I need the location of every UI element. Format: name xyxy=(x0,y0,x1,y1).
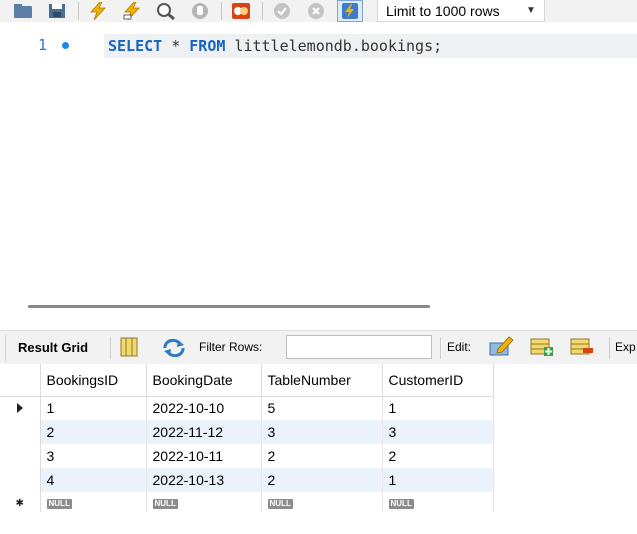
result-toolbar: Result Grid Filter Rows: Edit: Exp xyxy=(0,330,637,364)
editor-line: 1 SELECT * FROM littlelemondb.bookings; xyxy=(0,34,637,58)
sql-editor[interactable]: 1 SELECT * FROM littlelemondb.bookings; xyxy=(0,22,637,300)
table-cell[interactable]: NULL xyxy=(146,492,262,512)
row-header[interactable] xyxy=(0,420,41,444)
table-cell[interactable]: NULL xyxy=(382,492,494,512)
form-view-icon[interactable] xyxy=(120,337,138,360)
column-header[interactable]: CustomerID xyxy=(382,364,494,397)
edit-row-icon[interactable] xyxy=(489,335,515,360)
table-row[interactable]: 2 2022-11-12 3 3 xyxy=(0,420,494,444)
filter-rows-label: Filter Rows: xyxy=(199,340,263,354)
table-cell[interactable]: NULL xyxy=(261,492,383,512)
table-cell[interactable]: 3 xyxy=(382,420,494,444)
commit-icon[interactable] xyxy=(269,0,295,22)
filter-rows-input[interactable] xyxy=(286,335,432,359)
table-cell[interactable]: 2 xyxy=(40,420,147,444)
table-cell[interactable]: 1 xyxy=(382,396,494,420)
toolbar-separator xyxy=(5,335,6,361)
row-header[interactable]: ✱ xyxy=(0,492,41,512)
keyword-from: FROM xyxy=(189,37,226,55)
export-label[interactable]: Exp xyxy=(615,340,636,354)
table-cell[interactable]: 1 xyxy=(382,468,494,492)
table-cell[interactable]: 4 xyxy=(40,468,147,492)
table-cell[interactable]: 3 xyxy=(40,444,147,468)
table-reference: littlelemondb.bookings; xyxy=(225,37,443,55)
table-cell[interactable]: 2022-10-13 xyxy=(146,468,262,492)
toolbar-separator xyxy=(78,2,79,20)
row-header-corner xyxy=(0,364,41,397)
active-statement-dot-icon xyxy=(62,42,69,49)
column-header[interactable]: TableNumber xyxy=(261,364,383,397)
new-row[interactable]: ✱ NULL NULL NULL NULL xyxy=(0,492,494,512)
toggle-error-icon[interactable] xyxy=(228,0,254,22)
result-grid[interactable]: BookingsID BookingDate TableNumber Custo… xyxy=(0,364,494,512)
stop-icon[interactable] xyxy=(187,0,213,22)
toolbar-separator xyxy=(262,2,263,20)
null-badge: NULL xyxy=(152,499,178,509)
open-folder-icon[interactable] xyxy=(10,0,36,22)
chevron-down-icon: ▼ xyxy=(526,5,536,16)
autocommit-icon[interactable] xyxy=(337,0,363,22)
insert-row-icon[interactable] xyxy=(530,337,554,360)
column-header[interactable]: BookingsID xyxy=(40,364,147,397)
save-icon[interactable] xyxy=(44,0,70,22)
edit-label: Edit: xyxy=(447,340,472,354)
table-row[interactable]: 3 2022-10-11 2 2 xyxy=(0,444,494,468)
new-row-star-icon: ✱ xyxy=(15,498,24,509)
table-cell[interactable]: 1 xyxy=(40,396,147,420)
null-badge: NULL xyxy=(388,499,414,509)
table-cell[interactable]: 2022-10-10 xyxy=(146,396,262,420)
keyword-select: SELECT xyxy=(108,37,163,55)
editor-horizontal-scrollbar[interactable] xyxy=(28,305,430,308)
table-cell[interactable]: 2 xyxy=(382,444,494,468)
current-row-arrow-icon xyxy=(16,403,23,414)
toolbar-separator xyxy=(609,337,610,359)
delete-row-icon[interactable] xyxy=(570,337,594,360)
execute-icon[interactable] xyxy=(85,0,111,22)
table-row[interactable]: 1 2022-10-10 5 1 xyxy=(0,396,494,420)
toolbar-separator xyxy=(221,2,222,20)
table-cell[interactable]: 3 xyxy=(261,420,383,444)
table-cell[interactable]: 5 xyxy=(261,396,383,420)
row-header[interactable] xyxy=(0,468,41,492)
toolbar-separator xyxy=(440,337,441,359)
null-badge: NULL xyxy=(267,499,293,509)
select-star: * xyxy=(162,37,190,55)
column-header[interactable]: BookingDate xyxy=(146,364,262,397)
rollback-icon[interactable] xyxy=(303,0,329,22)
editor-toolbar: Limit to 1000 rows ▼ xyxy=(0,0,637,22)
limit-rows-value: Limit to 1000 rows xyxy=(386,2,500,19)
line-number: 1 xyxy=(38,36,48,54)
explain-icon[interactable] xyxy=(153,0,179,22)
sql-statement[interactable]: SELECT * FROM littlelemondb.bookings; xyxy=(104,34,637,58)
result-grid-tab[interactable]: Result Grid xyxy=(18,340,88,355)
row-header[interactable] xyxy=(0,444,41,468)
grid-header-row: BookingsID BookingDate TableNumber Custo… xyxy=(0,364,494,397)
table-cell[interactable]: 2022-10-11 xyxy=(146,444,262,468)
table-cell[interactable]: 2022-11-12 xyxy=(146,420,262,444)
table-cell[interactable]: NULL xyxy=(40,492,147,512)
table-cell[interactable]: 2 xyxy=(261,468,383,492)
row-header[interactable] xyxy=(0,396,41,420)
refresh-icon[interactable] xyxy=(162,338,186,360)
table-row[interactable]: 4 2022-10-13 2 1 xyxy=(0,468,494,492)
limit-rows-select[interactable]: Limit to 1000 rows ▼ xyxy=(377,0,545,22)
null-badge: NULL xyxy=(46,499,72,509)
toolbar-separator xyxy=(110,337,111,359)
execute-current-icon[interactable] xyxy=(119,0,145,22)
table-cell[interactable]: 2 xyxy=(261,444,383,468)
